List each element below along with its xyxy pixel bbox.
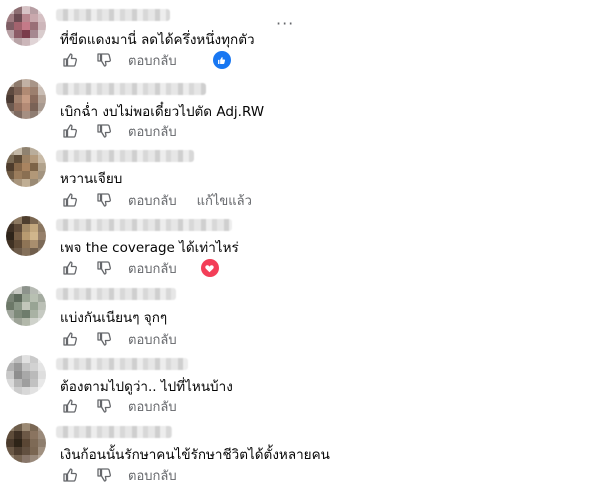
blurred-author-name[interactable] xyxy=(56,219,232,231)
avatar[interactable] xyxy=(6,286,46,326)
comment-text: ต้องตามไปดูว่า.. ไปที่ไหนบ้าง xyxy=(60,379,233,395)
reply-link[interactable]: ตอบกลับ xyxy=(128,190,177,211)
like-reaction-icon[interactable] xyxy=(212,51,231,69)
reply-link[interactable]: ตอบกลับ xyxy=(128,396,177,417)
edited-label[interactable]: แก้ไขแล้ว xyxy=(197,190,252,211)
comment-item: ที่ขีดแดงมานี่ ลดได้ครึ่งหนึ่งทุกตัว ···… xyxy=(0,0,600,69)
comment-item: เงินก้อนนั้นรักษาคนไข้รักษาชีวิตได้ตั้งห… xyxy=(0,421,600,487)
comment-text: เพจ the coverage ได้เท่าไหร่ xyxy=(60,240,239,256)
reply-link[interactable]: ตอบกลับ xyxy=(128,121,177,142)
thumbs-up-icon[interactable] xyxy=(60,329,80,349)
comment-actions: ตอบกลับ แก้ไขแล้ว xyxy=(60,190,252,210)
comment-text: เบิกฉ่ำ งบไม่พอเดี๋ยวไปตัด Adj.RW xyxy=(60,104,265,120)
comment-item: ต้องตามไปดูว่า.. ไปที่ไหนบ้าง ตอบกลับ xyxy=(0,353,600,419)
comment-actions: ตอบกลับ xyxy=(60,396,177,416)
comment-item: เบิกฉ่ำ งบไม่พอเดี๋ยวไปตัด Adj.RW ตอบกลั… xyxy=(0,75,600,141)
avatar[interactable] xyxy=(6,6,46,46)
blurred-author-name[interactable] xyxy=(56,83,206,95)
reply-link[interactable]: ตอบกลับ xyxy=(128,465,177,486)
love-reaction-icon[interactable] xyxy=(200,259,219,277)
thumbs-down-icon[interactable] xyxy=(94,329,114,349)
reply-link[interactable]: ตอบกลับ xyxy=(128,258,177,279)
thumbs-up-icon[interactable] xyxy=(60,396,80,416)
thumbs-up-icon[interactable] xyxy=(60,190,80,210)
avatar[interactable] xyxy=(6,79,46,119)
blurred-author-name[interactable] xyxy=(56,358,188,370)
comment-actions: ตอบกลับ xyxy=(60,465,177,485)
thumbs-down-icon[interactable] xyxy=(94,121,114,141)
thumbs-up-icon[interactable] xyxy=(60,50,80,70)
thumbs-down-icon[interactable] xyxy=(94,465,114,485)
thumbs-down-icon[interactable] xyxy=(94,50,114,70)
reply-link[interactable]: ตอบกลับ xyxy=(128,329,177,350)
more-options-icon[interactable]: ··· xyxy=(276,14,294,33)
blurred-author-name[interactable] xyxy=(56,288,176,300)
comment-text: ที่ขีดแดงมานี่ ลดได้ครึ่งหนึ่งทุกตัว xyxy=(60,32,255,48)
thumbs-up-icon[interactable] xyxy=(60,121,80,141)
reply-link[interactable]: ตอบกลับ xyxy=(128,50,177,71)
avatar[interactable] xyxy=(6,355,46,395)
comment-actions: ตอบกลับ xyxy=(60,50,231,70)
comment-text: หวานเจียบ xyxy=(60,171,123,187)
comment-actions: ตอบกลับ xyxy=(60,121,177,141)
blurred-author-name[interactable] xyxy=(56,9,170,21)
comment-actions: ตอบกลับ xyxy=(60,258,219,278)
comment-item: เพจ the coverage ได้เท่าไหร่ ตอบกลับ xyxy=(0,213,600,279)
comment-text: แบ่งกันเนียนๆ จุกๆ xyxy=(60,310,168,326)
comment-item: แบ่งกันเนียนๆ จุกๆ ตอบกลับ xyxy=(0,285,600,351)
avatar[interactable] xyxy=(6,423,46,463)
comment-text: เงินก้อนนั้นรักษาคนไข้รักษาชีวิตได้ตั้งห… xyxy=(60,447,330,463)
thumbs-down-icon[interactable] xyxy=(94,258,114,278)
thumbs-up-icon[interactable] xyxy=(60,258,80,278)
thumbs-down-icon[interactable] xyxy=(94,190,114,210)
avatar[interactable] xyxy=(6,147,46,187)
blurred-author-name[interactable] xyxy=(56,150,194,162)
avatar[interactable] xyxy=(6,216,46,256)
blurred-author-name[interactable] xyxy=(56,426,172,438)
thumbs-down-icon[interactable] xyxy=(94,396,114,416)
thumbs-up-icon[interactable] xyxy=(60,465,80,485)
comment-actions: ตอบกลับ xyxy=(60,329,177,349)
comment-item: หวานเจียบ ตอบกลับ แก้ไขแล้ว xyxy=(0,145,600,211)
